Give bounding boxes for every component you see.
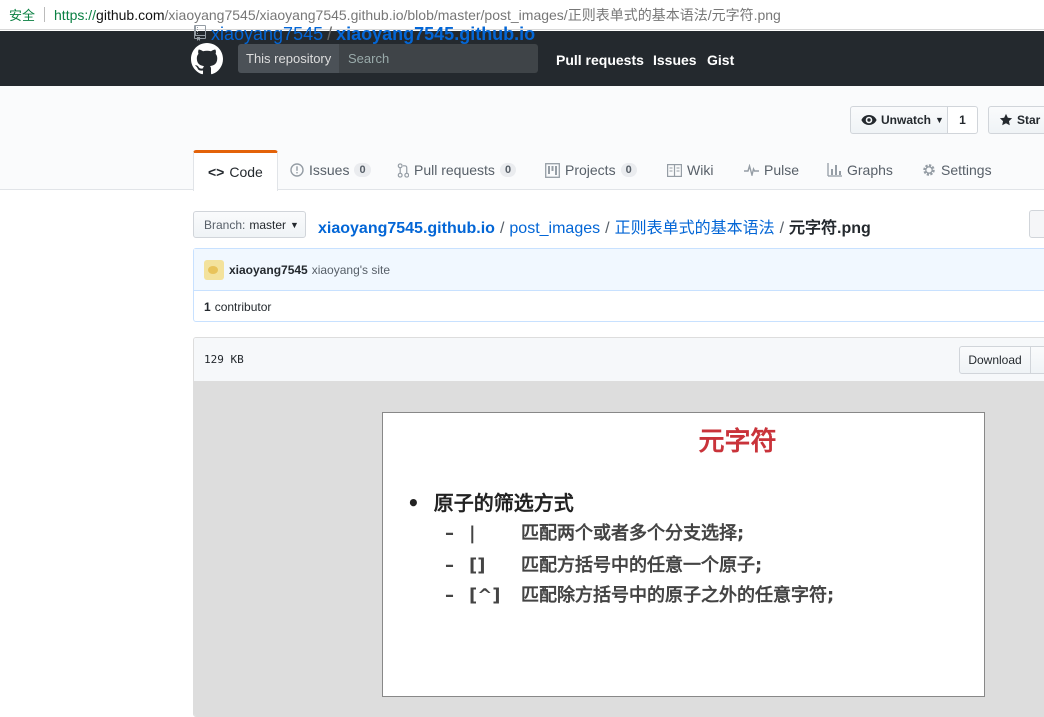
tab-pulse[interactable]: Pulse [744,150,799,190]
watch-count[interactable]: 1 [947,106,978,134]
contributor-count: 1 [204,299,211,314]
header-nav-gist[interactable]: Gist [707,52,734,68]
search-input[interactable]: Search [339,44,538,73]
tab-pull-requests-label: Pull requests [414,162,495,178]
star-label: Star [1017,113,1041,127]
avatar[interactable] [204,259,224,280]
address-divider [44,7,46,22]
slide-sub-item: –[] 匹配方括号中的任意一个原子; [445,551,762,577]
bullet-dot: • [407,491,420,515]
tab-wiki[interactable]: Wiki [667,150,713,190]
breadcrumb: xiaoyang7545.github.io / post_images / 正则表单式… [318,214,871,238]
breadcrumb-folder-link[interactable]: 正则表单式的基本语法 [615,220,775,237]
repo-title: xiaoyang7545/xiaoyang7545.github.io [211,24,535,45]
tab-pulse-label: Pulse [764,162,800,178]
tab-wiki-label: Wiki [687,162,714,178]
repo-icon [194,25,206,41]
gear-icon [922,163,936,177]
sub-dash: – [445,555,454,576]
tab-projects[interactable]: Projects 0 [545,150,637,190]
tab-projects-counter: 0 [620,163,637,177]
issue-icon [290,163,304,177]
header-nav-pull-requests[interactable]: Pull requests [556,52,644,68]
header-nav-issues[interactable]: Issues [653,52,697,68]
project-icon [545,162,560,178]
commit-info: xiaoyang7545 xiaoyang's site [194,249,1044,291]
branch-label: Branch: [204,217,246,232]
breadcrumb-separator: / [605,220,610,237]
breadcrumb-separator: / [779,220,785,237]
unwatch-button[interactable]: Unwatch ▼ [850,106,948,134]
repo-title-separator: / [327,24,333,44]
tab-pull-requests-counter: 0 [499,163,517,177]
slide-bullet: • 原子的筛选方式 [407,487,574,516]
pull-request-icon [397,162,409,178]
file-image: 元字符 • 原子的筛选方式 – | 匹配两个或者多个分支选择; –[] 匹配方括号中的任… [382,412,985,697]
contributor-label: contributor [214,299,272,314]
breadcrumb-file-name: 元字符.png [789,220,871,237]
tab-graphs[interactable]: Graphs [827,150,893,190]
graph-icon [827,163,842,177]
slide-title: 元字符 [698,427,777,457]
commit-author-link[interactable]: xiaoyang7545 [229,263,308,277]
download-button[interactable]: Download [959,346,1031,374]
search-scope[interactable]: This repository [238,44,339,73]
breadcrumb-separator: / [499,220,505,237]
slide-sub-item: – | 匹配两个或者多个分支选择; [445,519,744,545]
branch-selector[interactable]: Branch: master ▼ [193,211,306,238]
file-box: 129 KB Download 元字符 • 原子的筛选方式 – | 匹配两个或者多个分… [193,337,1044,717]
tab-issues[interactable]: Issues 0 [290,150,371,190]
slide-bullet-text: 原子的筛选方式 [433,491,574,515]
tab-settings-label: Settings [941,162,992,178]
tab-pull-requests[interactable]: Pull requests 0 [397,150,517,190]
breadcrumb-repo-link[interactable]: xiaoyang7545.github.io [318,220,495,237]
contributors[interactable]: 1 contributor [194,291,1044,322]
book-icon [667,163,682,177]
repo-owner-link[interactable]: xiaoyang7545 [211,24,323,44]
code-icon: <> [208,164,225,180]
tab-issues-label: Issues [309,162,350,178]
tab-graphs-label: Graphs [847,162,893,178]
sub-symbol: [] [469,555,486,576]
slide-sub-item: – [^] 匹配除方括号中的原子之外的任意字符; [445,581,834,607]
star-icon [999,113,1013,126]
url-path: /xiaoyang7545/xiaoyang7545.github.io/blo… [164,6,781,23]
sub-dash: – [445,585,454,606]
commit-tease: xiaoyang7545 xiaoyang's site 1 contribut… [193,248,1044,322]
sub-dash: – [445,523,454,544]
unwatch-label: Unwatch [881,113,932,127]
tab-settings[interactable]: Settings [922,150,992,190]
breadcrumb-post-images-link[interactable]: post_images [509,220,600,237]
history-button[interactable] [1030,346,1044,374]
eye-icon [861,115,877,125]
url-scheme: https:// [54,6,97,23]
sub-text: 匹配除方括号中的原子之外的任意字符; [521,585,835,606]
github-logo-icon[interactable] [191,43,223,75]
find-file-button[interactable] [1029,210,1044,238]
sub-symbol: [^] [469,585,501,606]
tab-projects-label: Projects [565,162,616,178]
sub-text: 匹配两个或者多个分支选择; [521,523,745,544]
tab-issues-counter: 0 [354,163,371,177]
tab-code-label: Code [229,164,263,180]
file-header: 129 KB Download [194,338,1044,382]
repo-name-link[interactable]: xiaoyang7545.github.io [336,24,535,44]
caret-down-icon: ▼ [290,219,299,230]
tab-code[interactable]: <> Code [193,150,278,191]
pulse-icon [744,164,759,176]
file-size: 129 KB [204,353,244,366]
commit-message-link[interactable]: xiaoyang's site [312,263,390,277]
image-viewer: 元字符 • 原子的筛选方式 – | 匹配两个或者多个分支选择; –[] 匹配方括号中的任… [194,382,1044,716]
secure-label: 安全 [9,9,36,24]
caret-down-icon: ▼ [935,115,944,125]
sub-text: 匹配方括号中的任意一个原子; [521,555,763,576]
star-button[interactable]: Star [988,106,1044,134]
sub-symbol: | [469,523,476,544]
branch-name: master [249,217,287,232]
url-domain: github.com [96,6,165,23]
